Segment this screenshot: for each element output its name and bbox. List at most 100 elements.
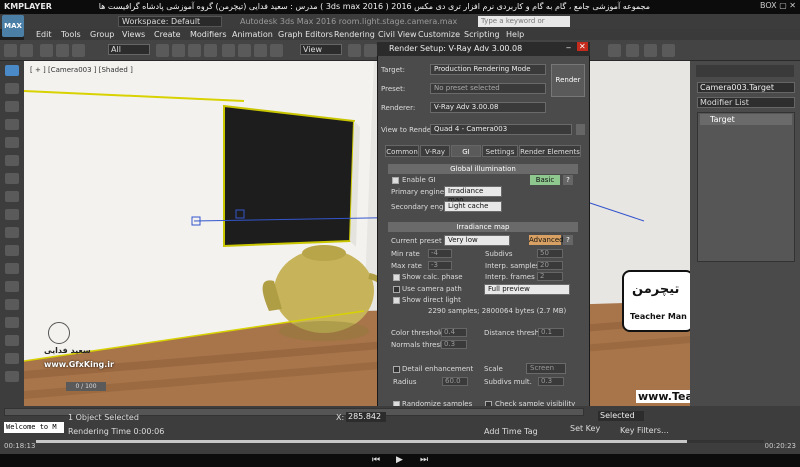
tube-icon[interactable] — [5, 299, 19, 310]
maxscript-listener[interactable]: Welcome to M — [4, 422, 64, 433]
sphere-icon[interactable] — [5, 191, 19, 202]
key-filters-button[interactable]: Key Filters... — [620, 426, 669, 435]
irr-help-button[interactable]: ? — [563, 235, 573, 245]
time-slider[interactable]: 0 / 100 — [66, 382, 106, 391]
move-icon[interactable] — [222, 44, 235, 57]
menu-animation[interactable]: Animation — [232, 30, 273, 39]
geosphere-icon[interactable] — [5, 335, 19, 346]
player-window-controls[interactable]: BOX ▢ ✕ — [760, 1, 796, 10]
previous-icon[interactable]: ⏮ — [372, 455, 380, 465]
rendered-frame-icon[interactable] — [626, 44, 639, 57]
workspace-dropdown[interactable]: Workspace: Default — [118, 16, 222, 27]
x-coord-field[interactable]: 285.842 — [346, 412, 386, 422]
current-preset-dropdown[interactable]: Very low — [444, 235, 510, 246]
menu-create[interactable]: Create — [154, 30, 181, 39]
render-teapot-icon[interactable] — [5, 119, 19, 130]
menu-group[interactable]: Group — [90, 30, 114, 39]
selection-filter-dropdown[interactable]: All — [108, 44, 150, 55]
tab-vray[interactable]: V-Ray — [420, 145, 450, 157]
plane-icon[interactable] — [5, 317, 19, 328]
command-panel-tabs[interactable] — [696, 65, 794, 77]
interp-samples-spinner[interactable]: 20 — [537, 261, 563, 270]
max-rate-spinner[interactable]: -3 — [428, 261, 452, 270]
rotate-icon[interactable] — [238, 44, 251, 57]
bind-icon[interactable] — [72, 44, 85, 57]
subdivs-spinner[interactable]: 50 — [537, 249, 563, 258]
add-time-tag[interactable]: Add Time Tag — [484, 427, 538, 436]
menu-customize[interactable]: Customize — [418, 30, 460, 39]
menu-help[interactable]: Help — [506, 30, 524, 39]
stack-item-target[interactable]: Target — [700, 114, 792, 125]
menu-graph-editors[interactable]: Graph Editors — [278, 30, 333, 39]
bulb-icon[interactable] — [5, 101, 19, 112]
show-direct-light-checkbox[interactable] — [393, 297, 400, 304]
next-icon[interactable]: ⏭ — [420, 455, 428, 465]
menu-modifiers[interactable]: Modifiers — [190, 30, 227, 39]
snap-icon[interactable] — [364, 44, 377, 57]
tab-gi[interactable]: GI — [451, 145, 481, 157]
pivot-icon[interactable] — [348, 44, 361, 57]
menu-scripting[interactable]: Scripting — [464, 30, 500, 39]
unlink-icon[interactable] — [56, 44, 69, 57]
redo-icon[interactable] — [20, 44, 33, 57]
torus-icon[interactable] — [5, 263, 19, 274]
teapot-icon[interactable] — [5, 137, 19, 148]
menu-views[interactable]: Views — [122, 30, 145, 39]
gi-help-button[interactable]: ? — [563, 175, 573, 185]
distance-threshold-spinner[interactable]: 0.1 — [538, 328, 564, 337]
menu-tools[interactable]: Tools — [61, 30, 81, 39]
preview-dropdown[interactable]: Full preview — [484, 284, 570, 295]
preset-dropdown[interactable]: No preset selected — [430, 83, 546, 94]
select-by-name-icon[interactable] — [172, 44, 185, 57]
window-crossing-icon[interactable] — [204, 44, 217, 57]
scale-icon[interactable] — [254, 44, 267, 57]
cone-icon[interactable] — [5, 245, 19, 256]
gi-basic-button[interactable]: Basic — [530, 175, 560, 185]
cylinder-icon[interactable] — [5, 227, 19, 238]
camera-icon[interactable] — [5, 155, 19, 166]
secondary-engine-dropdown[interactable]: Light cache — [444, 201, 502, 212]
set-key-button[interactable]: Set Key — [570, 424, 600, 433]
tab-common[interactable]: Common — [385, 145, 419, 157]
tab-render-elements[interactable]: Render Elements — [519, 145, 581, 157]
view-to-render-dropdown[interactable]: Quad 4 - Camera003 — [430, 124, 572, 135]
box-icon[interactable] — [5, 209, 19, 220]
play-icon[interactable]: ▶ — [396, 455, 403, 465]
modifier-list-dropdown[interactable]: Modifier List — [697, 97, 795, 108]
target-dropdown[interactable]: Production Rendering Mode — [430, 64, 546, 75]
render-button[interactable]: Render — [551, 64, 585, 97]
enable-gi-checkbox[interactable] — [392, 177, 399, 184]
material-editor-icon[interactable] — [662, 44, 675, 57]
close-icon[interactable]: ✕ — [577, 42, 588, 51]
viewport-label[interactable]: [ + ] [Camera003 ] [Shaded ] — [30, 66, 133, 74]
max-app-button[interactable]: MAX — [2, 15, 24, 37]
gi-rollout-header[interactable]: Global illumination — [388, 164, 578, 174]
key-selected-dropdown[interactable]: Selected — [598, 411, 644, 421]
render-production-icon[interactable] — [644, 44, 657, 57]
xplorer-icon[interactable] — [5, 65, 19, 76]
place-icon[interactable] — [270, 44, 283, 57]
space-warp-icon[interactable] — [5, 371, 19, 382]
menu-civil-view[interactable]: Civil View — [378, 30, 417, 39]
irr-advanced-button[interactable]: Advanced — [529, 235, 564, 245]
search-input[interactable]: Type a keyword or phrase — [478, 16, 570, 36]
min-rate-spinner[interactable]: -4 — [428, 249, 452, 258]
camera-viewport[interactable] — [24, 61, 690, 406]
show-calc-checkbox[interactable] — [393, 274, 400, 281]
undo-icon[interactable] — [4, 44, 17, 57]
radius-spinner[interactable]: 60.0 — [442, 377, 468, 386]
subdivs-mult-spinner[interactable]: 0.3 — [538, 377, 564, 386]
render-setup-icon[interactable] — [608, 44, 621, 57]
link-icon[interactable] — [40, 44, 53, 57]
tab-settings[interactable]: Settings — [482, 145, 518, 157]
interp-frames-spinner[interactable]: 2 — [537, 272, 563, 281]
minimize-icon[interactable]: ‒ — [566, 43, 571, 52]
detail-enhancement-checkbox[interactable] — [393, 366, 400, 373]
use-camera-path-checkbox[interactable] — [393, 286, 400, 293]
renderer-dropdown[interactable]: V-Ray Adv 3.00.08 — [430, 102, 546, 113]
lock-icon[interactable] — [576, 124, 585, 135]
primary-engine-dropdown[interactable]: Irradiance map — [444, 186, 502, 204]
menu-rendering[interactable]: Rendering — [334, 30, 375, 39]
light-icon[interactable] — [5, 173, 19, 184]
scale-dropdown[interactable]: Screen — [526, 363, 566, 374]
